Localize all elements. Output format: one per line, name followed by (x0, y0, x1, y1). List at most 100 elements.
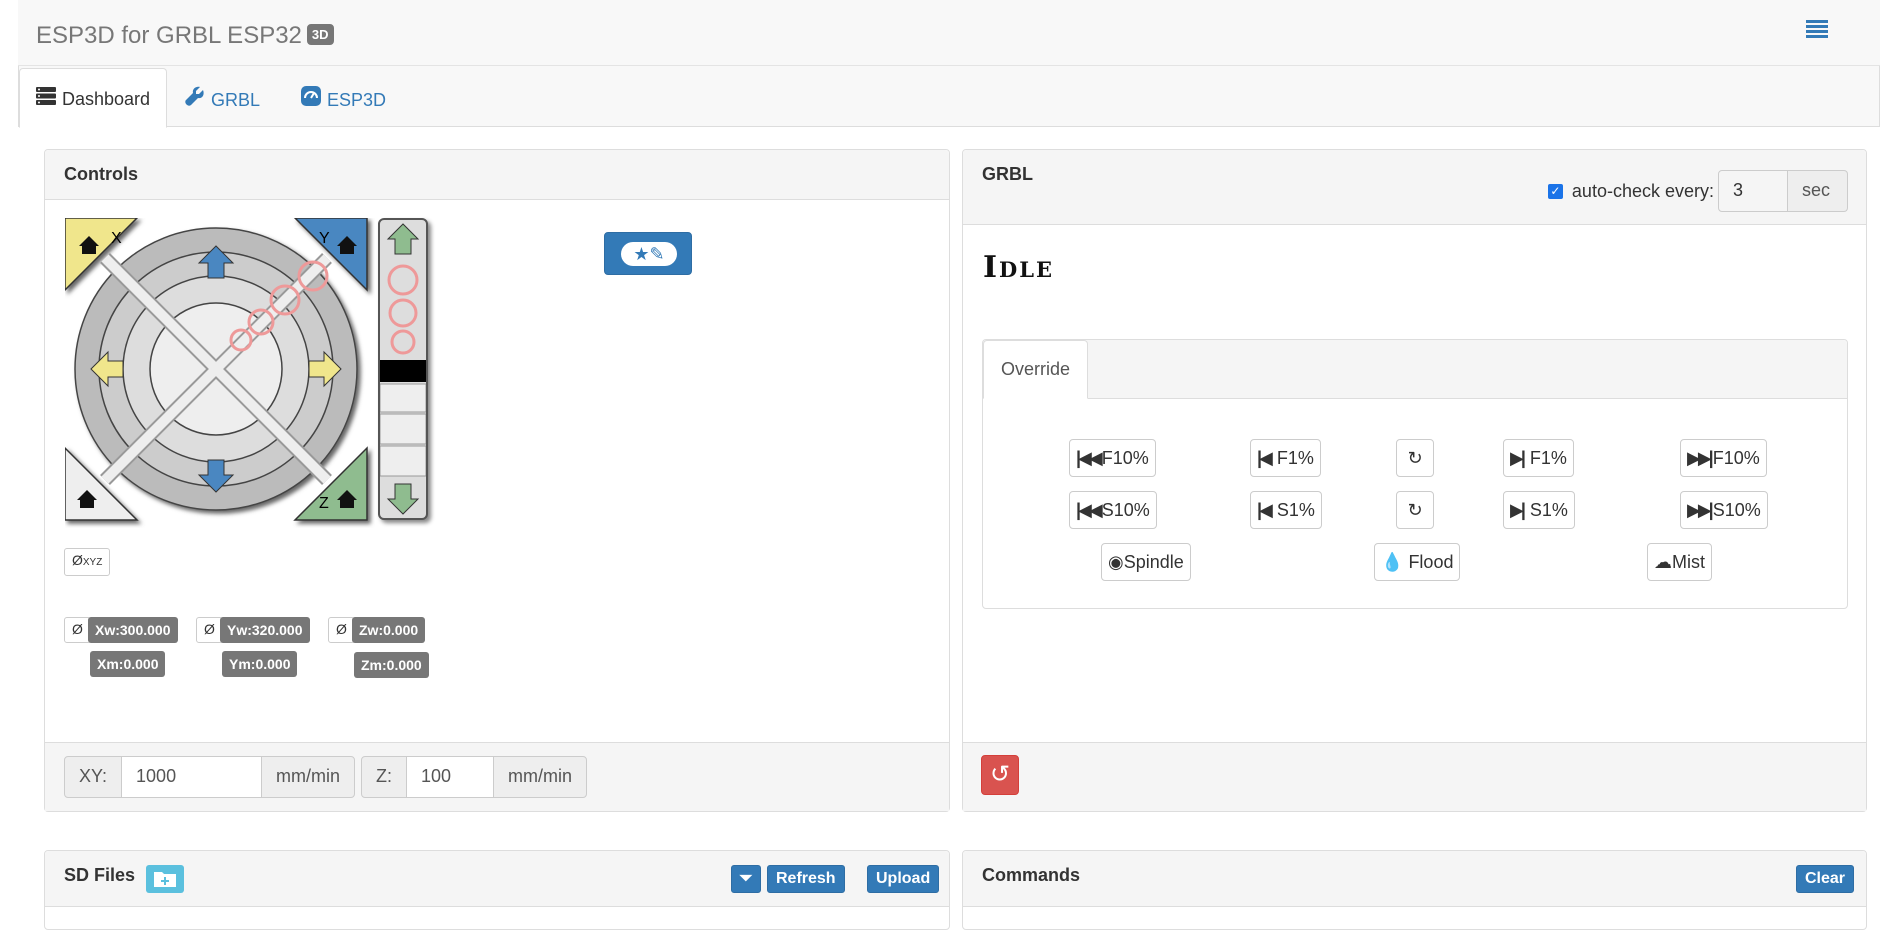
z-feed-group: Z: 100 mm/min (361, 756, 587, 798)
z-jog-bar[interactable] (378, 218, 428, 520)
spindle-plus-10-label: S10% (1712, 499, 1761, 520)
feed-minus-1-label: F1% (1276, 447, 1314, 468)
x-work-position: Xw:300.000 (88, 617, 178, 643)
spindle-plus-1-label: S1% (1529, 499, 1568, 520)
tab-esp3d[interactable]: ESP3D (285, 68, 402, 127)
fast-forward-icon: ▶▶| (1687, 499, 1714, 520)
xy-feed-unit: mm/min (261, 756, 356, 798)
z-step-marker-icon (390, 329, 416, 355)
tab-grbl[interactable]: GRBL (169, 68, 276, 127)
spindle-plus-1-button[interactable]: ▶| S1% (1503, 491, 1575, 529)
main-tabs: Dashboard GRBL ESP3D (18, 66, 1880, 128)
x-machine-position: Xm:0.000 (90, 651, 166, 677)
zero-y-symbol: Ø (204, 621, 215, 637)
jog-plus-z-arrow-icon[interactable] (386, 223, 420, 255)
sd-filter-button[interactable]: ⏷ (731, 865, 761, 893)
home-y-label: Y (319, 230, 330, 247)
jog-minus-z-arrow-icon[interactable] (386, 483, 420, 515)
controls-panel: Controls X Y Z ★✎ ØXYZ Ø Xw:300.000 Xm:0… (44, 149, 950, 812)
feed-plus-10-button[interactable]: ▶▶| F10% (1680, 439, 1767, 477)
spindle-toggle-label: Spindle (1123, 551, 1184, 572)
z-feed-unit: mm/min (493, 756, 587, 798)
fast-backward-icon: |◀◀ (1076, 499, 1103, 520)
commands-title: Commands (982, 865, 1081, 885)
fast-forward-icon: ▶▶| (1687, 447, 1714, 468)
refresh-icon: ↻ (1407, 499, 1423, 520)
zero-all-button[interactable]: ØXYZ (64, 548, 111, 576)
sd-files-title: SD Files (64, 865, 136, 885)
xy-feed-input[interactable]: 1000 (122, 756, 262, 798)
app-title: ESP3D for GRBL ESP32 (36, 22, 302, 49)
esp3d-logo-icon: 3D (306, 24, 334, 45)
auto-check-interval-input[interactable]: 3 (1718, 170, 1788, 212)
mist-toggle-label: Mist (1672, 551, 1705, 572)
step-backward-icon: |◀ (1257, 499, 1273, 520)
auto-check-unit: sec (1788, 170, 1848, 212)
home-x-label: X (111, 230, 122, 247)
feed-minus-1-button[interactable]: |◀ F1% (1250, 439, 1321, 477)
z-work-position: Zw:0.000 (352, 617, 426, 643)
jog-dial[interactable]: X Y Z (65, 218, 375, 528)
grbl-title: GRBL (982, 164, 1033, 184)
auto-check-checkbox[interactable]: ✓ (1547, 183, 1563, 199)
add-folder-icon[interactable] (146, 865, 184, 893)
server-icon (36, 87, 56, 110)
step-backward-icon: |◀ (1257, 447, 1273, 468)
commands-panel: Commands Clear (962, 850, 1867, 930)
z-machine-position: Zm:0.000 (354, 652, 429, 678)
xy-feed-label: XY: (64, 756, 123, 798)
flood-toggle-label: Flood (1408, 551, 1454, 572)
soft-reset-button[interactable]: ↺ (981, 755, 1019, 795)
sd-refresh-button[interactable]: Refresh (767, 865, 845, 893)
override-tabs: Override (983, 340, 1847, 399)
sd-upload-button[interactable]: Upload (867, 865, 940, 893)
home-z-label: Z (319, 495, 329, 512)
filter-icon: ⏷ (739, 870, 753, 887)
step-forward-icon: ▶| (1510, 447, 1526, 468)
mist-toggle-button[interactable]: ☁ Mist (1647, 543, 1712, 581)
spindle-plus-10-button[interactable]: ▶▶| S10% (1680, 491, 1768, 529)
flood-toggle-button[interactable]: 💧 Flood (1374, 543, 1461, 581)
sd-files-panel: SD Files ⏷ Refresh Upload (44, 850, 950, 930)
tab-override[interactable]: Override (983, 340, 1089, 399)
spindle-minus-10-button[interactable]: |◀◀ S10% (1069, 491, 1157, 529)
override-box: Override |◀◀ F10% |◀ F1% ↻ ▶| F1% ▶▶| F10%… (982, 339, 1848, 609)
tab-dashboard-label: Dashboard (62, 89, 151, 109)
auto-check-group: ✓ auto-check every: 3 sec (1547, 170, 1848, 212)
feed-plus-1-button[interactable]: ▶| F1% (1503, 439, 1574, 477)
feed-minus-10-button[interactable]: |◀◀ F10% (1069, 439, 1156, 477)
tab-dashboard[interactable]: Dashboard (19, 68, 168, 128)
cloud-icon: ☁ (1654, 551, 1672, 572)
drop-icon: 💧 (1381, 551, 1404, 572)
feed-minus-10-label: F10% (1101, 447, 1149, 468)
zero-z-button[interactable]: Ø (328, 617, 355, 643)
xy-feed-group: XY: 1000 mm/min (64, 756, 356, 798)
navbar: ESP3D for GRBL ESP32 3D (18, 0, 1880, 66)
feed-plus-1-label: F1% (1529, 447, 1567, 468)
sd-files-header: SD Files ⏷ Refresh Upload (45, 851, 949, 907)
y-work-position: Yw:320.000 (220, 617, 310, 643)
commands-clear-button[interactable]: Clear (1796, 865, 1855, 893)
spindle-toggle-button[interactable]: ◉ Spindle (1101, 543, 1191, 581)
auto-check-label: auto-check every: (1571, 180, 1714, 201)
reset-icon: ↺ (989, 761, 1011, 788)
spindle-reset-button[interactable]: ↻ (1396, 491, 1434, 529)
menu-icon[interactable] (1806, 20, 1828, 38)
z-step-marker-icon (388, 298, 418, 328)
z-feed-input[interactable]: 100 (407, 756, 493, 798)
controls-title: Controls (45, 150, 949, 200)
spindle-minus-1-button[interactable]: |◀ S1% (1250, 491, 1322, 529)
zero-x-button[interactable]: Ø (64, 617, 91, 643)
feed-reset-button[interactable]: ↻ (1396, 439, 1434, 477)
z-feed-label: Z: (361, 756, 407, 798)
controls-footer: XY: 1000 mm/min Z: 100 mm/min (45, 742, 949, 811)
brand: ESP3D for GRBL ESP32 3D (36, 22, 334, 50)
grbl-footer: ↺ (963, 742, 1866, 811)
macro-edit-button[interactable]: ★✎ (604, 232, 692, 275)
y-machine-position: Ym:0.000 (222, 651, 298, 677)
zero-y-button[interactable]: Ø (196, 617, 223, 643)
machine-status: Idle (983, 250, 1055, 285)
record-icon: ◉ (1108, 551, 1124, 572)
zero-all-sub: XYZ (82, 557, 103, 568)
tab-esp3d-label: ESP3D (327, 90, 387, 110)
